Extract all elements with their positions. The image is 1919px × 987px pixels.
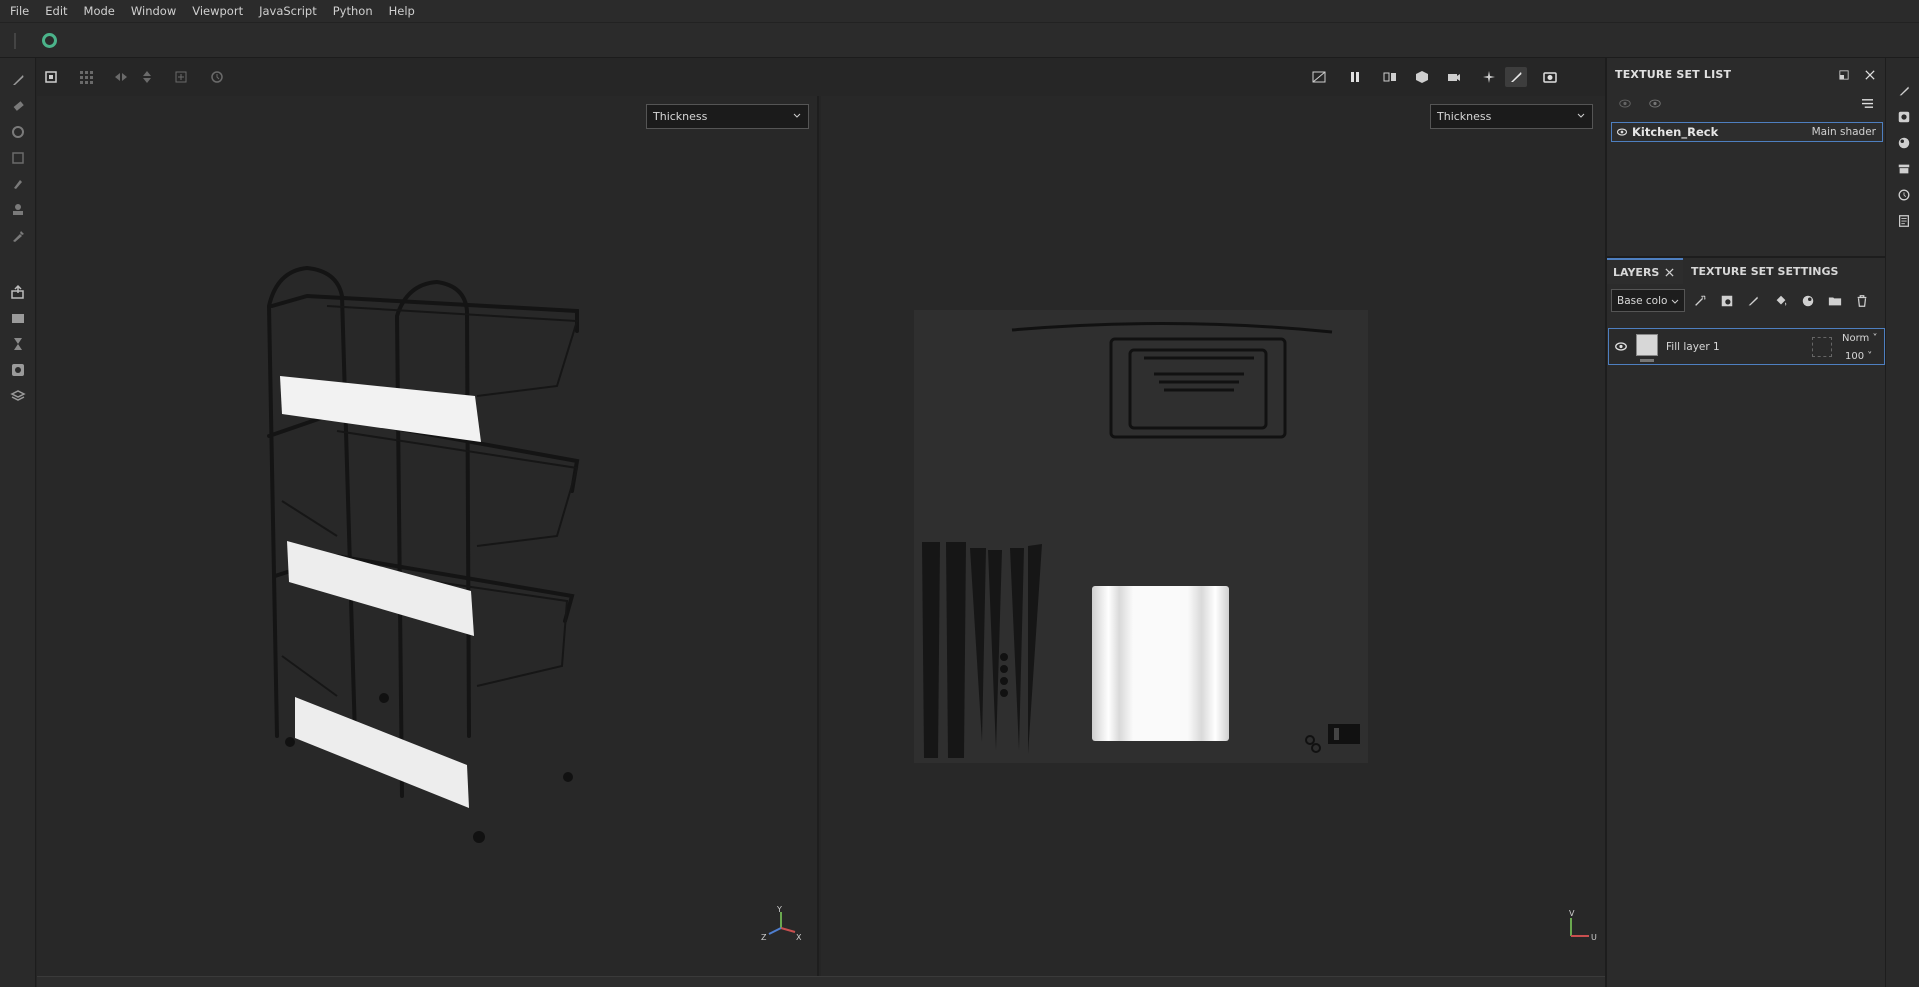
tab-texture-set-settings[interactable]: TEXTURE SET SETTINGS bbox=[1685, 258, 1844, 284]
tool-strip bbox=[0, 58, 36, 987]
color-picker-icon[interactable] bbox=[8, 226, 28, 246]
viewport-3d[interactable]: Thickness Y X Z bbox=[37, 96, 819, 976]
sparkle-icon[interactable] bbox=[1478, 67, 1500, 87]
paint-brush-icon[interactable] bbox=[8, 70, 28, 90]
log-document-icon[interactable] bbox=[1895, 212, 1913, 230]
viewport-2d-channel-select[interactable]: Thickness bbox=[1430, 104, 1593, 129]
menu-edit[interactable]: Edit bbox=[43, 4, 77, 18]
layers-tabs: LAYERS TEXTURE SET SETTINGS bbox=[1607, 258, 1887, 284]
add-effect-icon[interactable] bbox=[1691, 292, 1709, 310]
layer-row[interactable]: Fill layer 1 Norm ˅ 100 ˅ bbox=[1608, 328, 1885, 365]
chevron-down-icon bbox=[1671, 299, 1679, 304]
axis-gizmo-3d: Y X Z bbox=[761, 906, 802, 942]
menu-javascript[interactable]: JavaScript bbox=[257, 4, 327, 18]
show-all-eye-icon[interactable] bbox=[1647, 96, 1663, 110]
shader-settings-icon[interactable] bbox=[8, 386, 28, 406]
hide-overlay-icon[interactable] bbox=[1308, 67, 1330, 87]
visibility-eye-icon[interactable] bbox=[1614, 341, 1628, 352]
mirror-x-icon[interactable] bbox=[110, 67, 132, 87]
right-panel: TEXTURE SET LIST Kitchen_Reck Main shade… bbox=[1605, 58, 1887, 987]
axis-y-label: Y bbox=[776, 906, 782, 914]
uv-texture-canvas bbox=[914, 310, 1368, 763]
bake-icon[interactable] bbox=[8, 308, 28, 328]
select-all-icon[interactable] bbox=[40, 67, 62, 87]
texture-set-item[interactable]: Kitchen_Reck Main shader bbox=[1611, 122, 1883, 142]
axis-z-label: Z bbox=[761, 933, 767, 942]
dock-strip bbox=[1885, 58, 1919, 987]
chevron-down-icon bbox=[1577, 113, 1585, 118]
delete-trash-icon[interactable] bbox=[1853, 292, 1871, 310]
pause-icon[interactable] bbox=[1344, 67, 1366, 87]
opacity-select[interactable]: 100 ˅ bbox=[1845, 351, 1872, 362]
display-settings-icon[interactable] bbox=[1895, 108, 1913, 126]
history-icon[interactable] bbox=[206, 67, 228, 87]
axis-x-label: X bbox=[796, 933, 802, 942]
texture-set-name: Kitchen_Reck bbox=[1632, 125, 1719, 139]
clone-stamp-icon[interactable] bbox=[8, 200, 28, 220]
add-mask-icon[interactable] bbox=[1718, 292, 1736, 310]
tab-layers[interactable]: LAYERS bbox=[1607, 258, 1683, 284]
layer-thumbnail-bar bbox=[1640, 359, 1654, 362]
environment-globe-icon[interactable] bbox=[1895, 134, 1913, 152]
projection-icon[interactable] bbox=[8, 122, 28, 142]
blend-mode-select[interactable]: Norm ˅ bbox=[1842, 333, 1877, 344]
axis-v-label: V bbox=[1569, 909, 1575, 918]
menu-python[interactable]: Python bbox=[331, 4, 383, 18]
undock-icon[interactable] bbox=[1837, 68, 1851, 82]
cube-view-icon[interactable] bbox=[1411, 67, 1433, 87]
kitchen-rack-model bbox=[266, 265, 580, 843]
camera-icon[interactable] bbox=[1443, 67, 1465, 87]
menu-viewport[interactable]: Viewport bbox=[190, 4, 253, 18]
close-icon[interactable] bbox=[1665, 268, 1674, 277]
grid-select-icon[interactable] bbox=[75, 67, 97, 87]
list-menu-icon[interactable] bbox=[1859, 96, 1875, 110]
display-settings-icon[interactable] bbox=[8, 360, 28, 380]
menu-help[interactable]: Help bbox=[387, 4, 425, 18]
texture-set-shader[interactable]: Main shader bbox=[1812, 126, 1876, 138]
hourglass-icon[interactable] bbox=[8, 334, 28, 354]
menu-window[interactable]: Window bbox=[129, 4, 186, 18]
menu-file[interactable]: File bbox=[8, 4, 39, 18]
history-icon[interactable] bbox=[1895, 186, 1913, 204]
status-strip bbox=[37, 976, 1605, 987]
add-paint-layer-icon[interactable] bbox=[1744, 292, 1762, 310]
add-icon[interactable] bbox=[170, 67, 192, 87]
paint-mode-icon[interactable] bbox=[1505, 67, 1527, 87]
channel-select[interactable]: Base colo bbox=[1611, 289, 1685, 312]
menu-bar: File Edit Mode Window Viewport JavaScrip… bbox=[0, 0, 1919, 22]
menu-mode[interactable]: Mode bbox=[82, 4, 125, 18]
hide-all-eye-icon[interactable] bbox=[1617, 96, 1633, 110]
layer-name: Fill layer 1 bbox=[1666, 341, 1720, 353]
mirror-y-icon[interactable] bbox=[136, 67, 158, 87]
toolbar-grip[interactable] bbox=[14, 33, 16, 49]
add-fill-layer-icon[interactable] bbox=[1772, 292, 1790, 310]
layers-toolbar: Base colo bbox=[1607, 286, 1887, 316]
smudge-icon[interactable] bbox=[8, 174, 28, 194]
split-view-icon[interactable] bbox=[1379, 67, 1401, 87]
app-logo-icon bbox=[42, 33, 57, 48]
axis-u-label: U bbox=[1591, 933, 1597, 942]
screenshot-camera-icon[interactable] bbox=[1539, 67, 1561, 87]
add-folder-icon[interactable] bbox=[1826, 292, 1844, 310]
visibility-eye-icon[interactable] bbox=[1616, 127, 1628, 137]
layer-thumbnail bbox=[1636, 334, 1658, 356]
add-smart-material-icon[interactable] bbox=[1799, 292, 1817, 310]
context-toolbar bbox=[0, 22, 1919, 58]
viewport-toolbar bbox=[37, 58, 1605, 96]
texture-set-list-title: TEXTURE SET LIST bbox=[1615, 68, 1732, 81]
polygon-fill-icon[interactable] bbox=[8, 148, 28, 168]
close-icon[interactable] bbox=[1863, 68, 1877, 82]
eraser-icon[interactable] bbox=[8, 96, 28, 116]
shelf-archive-icon[interactable] bbox=[1895, 160, 1913, 178]
viewport-2d-uv[interactable]: Thickness V U bbox=[821, 96, 1605, 976]
axis-gizmo-uv: V U bbox=[1569, 909, 1597, 942]
properties-brush-icon[interactable] bbox=[1895, 82, 1913, 100]
export-icon[interactable] bbox=[8, 282, 28, 302]
layer-mask-slot[interactable] bbox=[1812, 337, 1832, 357]
